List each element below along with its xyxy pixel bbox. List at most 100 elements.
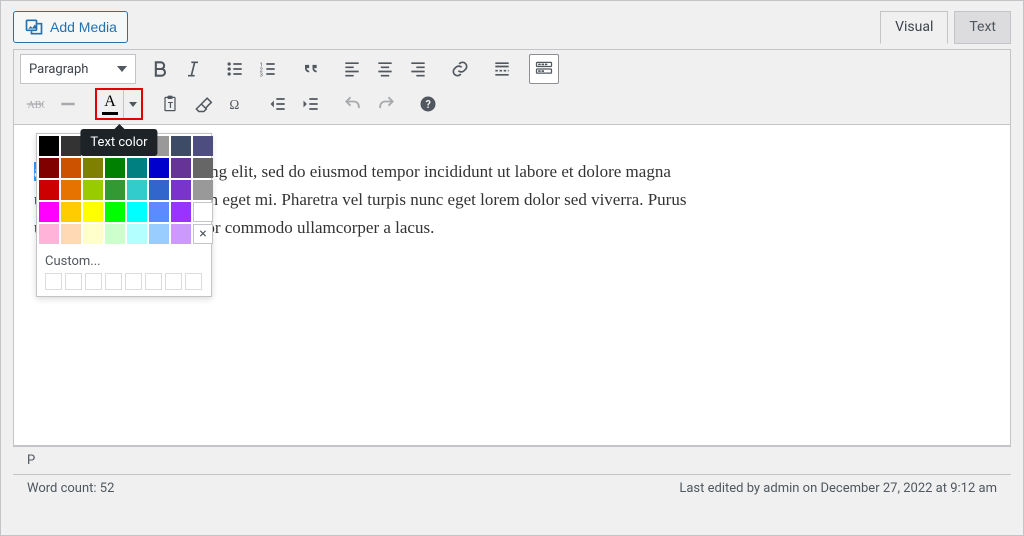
tab-visual[interactable]: Visual (880, 11, 948, 44)
text-color-dropdown-button[interactable] (123, 90, 141, 118)
special-character-button[interactable]: Ω (221, 89, 251, 119)
color-swatch[interactable] (61, 202, 81, 222)
help-button[interactable]: ? (413, 89, 443, 119)
svg-text:T: T (168, 101, 173, 111)
align-left-button[interactable] (337, 54, 367, 84)
color-swatch[interactable] (193, 180, 213, 200)
color-swatch[interactable] (193, 202, 213, 222)
color-swatch[interactable] (127, 180, 147, 200)
indent-icon (301, 94, 321, 114)
add-media-label: Add Media (50, 19, 117, 35)
custom-swatch-empty[interactable] (125, 273, 142, 290)
color-swatch[interactable] (193, 158, 213, 178)
outdent-icon (268, 94, 288, 114)
kitchen-sink-icon (534, 59, 554, 79)
custom-swatch-empty[interactable] (165, 273, 182, 290)
color-swatch[interactable] (193, 136, 213, 156)
color-swatch[interactable] (127, 158, 147, 178)
last-edited: Last edited by admin on December 27, 202… (679, 481, 997, 496)
color-swatch[interactable] (61, 158, 81, 178)
custom-swatch-empty[interactable] (105, 273, 122, 290)
custom-swatch-empty[interactable] (85, 273, 102, 290)
align-center-button[interactable] (370, 54, 400, 84)
custom-color-button[interactable]: Custom... (37, 248, 211, 273)
text-color-button-group: A Text color (95, 88, 143, 120)
color-swatch[interactable] (127, 224, 147, 244)
media-icon (24, 17, 44, 37)
color-swatch[interactable] (39, 202, 59, 222)
text-color-popup: × Custom... (36, 133, 212, 297)
read-more-button[interactable] (487, 54, 517, 84)
hr-button[interactable] (53, 89, 83, 119)
tab-text[interactable]: Text (954, 11, 1011, 44)
color-swatch[interactable] (39, 158, 59, 178)
bulleted-list-button[interactable] (220, 54, 250, 84)
color-swatch[interactable] (149, 202, 169, 222)
color-swatch[interactable] (127, 202, 147, 222)
link-icon (450, 59, 470, 79)
text-color-tooltip: Text color (80, 129, 157, 156)
color-swatch[interactable] (149, 180, 169, 200)
custom-swatch-empty[interactable] (45, 273, 62, 290)
undo-icon (343, 94, 363, 114)
indent-button[interactable] (296, 89, 326, 119)
read-more-icon (492, 59, 512, 79)
color-swatch[interactable] (83, 202, 103, 222)
color-swatch[interactable] (171, 136, 191, 156)
color-swatch[interactable] (149, 158, 169, 178)
link-button[interactable] (445, 54, 475, 84)
redo-icon (376, 94, 396, 114)
color-swatch[interactable] (83, 158, 103, 178)
format-select[interactable]: Paragraph (20, 54, 136, 84)
toolbar-toggle-button[interactable] (529, 54, 559, 84)
word-count: Word count: 52 (27, 481, 114, 496)
bold-button[interactable] (145, 54, 175, 84)
color-swatch[interactable] (105, 180, 125, 200)
align-center-icon (375, 59, 395, 79)
italic-button[interactable] (178, 54, 208, 84)
paste-text-button[interactable]: T (155, 89, 185, 119)
color-swatch[interactable] (171, 180, 191, 200)
color-swatch[interactable] (39, 180, 59, 200)
color-swatch[interactable] (83, 224, 103, 244)
color-swatch[interactable] (61, 136, 81, 156)
add-media-button[interactable]: Add Media (13, 11, 128, 43)
outdent-button[interactable] (263, 89, 293, 119)
svg-text:Ω: Ω (229, 97, 239, 112)
element-path[interactable]: P (13, 446, 1011, 474)
numbered-list-button[interactable]: 123 (253, 54, 283, 84)
color-swatch[interactable] (105, 158, 125, 178)
custom-swatch-empty[interactable] (65, 273, 82, 290)
svg-text:?: ? (426, 98, 431, 111)
list-ol-icon: 123 (258, 59, 278, 79)
clear-formatting-button[interactable] (188, 89, 218, 119)
text-color-button[interactable]: A (97, 90, 123, 118)
omega-icon: Ω (226, 94, 246, 114)
custom-color-label: Custom... (45, 254, 101, 269)
color-swatch[interactable] (171, 202, 191, 222)
color-swatch[interactable] (149, 224, 169, 244)
blockquote-button[interactable] (295, 54, 325, 84)
color-swatch[interactable] (61, 224, 81, 244)
undo-button[interactable] (338, 89, 368, 119)
color-swatch[interactable] (39, 224, 59, 244)
editor-mode-tabs: Visual Text (874, 11, 1011, 44)
status-bar: Word count: 52 Last edited by admin on D… (13, 474, 1011, 504)
align-right-button[interactable] (403, 54, 433, 84)
strikethrough-button[interactable]: ABC (20, 89, 50, 119)
editor-toolbar: Paragraph 123 (14, 50, 1010, 125)
color-swatch[interactable] (61, 180, 81, 200)
color-swatch[interactable] (171, 158, 191, 178)
custom-swatches (37, 273, 211, 290)
no-color-swatch[interactable]: × (193, 224, 213, 244)
text-color-underline (102, 112, 118, 115)
color-swatch[interactable] (171, 224, 191, 244)
redo-button[interactable] (371, 89, 401, 119)
color-swatch[interactable] (105, 224, 125, 244)
custom-swatch-empty[interactable] (185, 273, 202, 290)
color-swatch[interactable] (105, 202, 125, 222)
color-swatch[interactable] (39, 136, 59, 156)
custom-swatch-empty[interactable] (145, 273, 162, 290)
align-left-icon (342, 59, 362, 79)
color-swatch[interactable] (83, 180, 103, 200)
